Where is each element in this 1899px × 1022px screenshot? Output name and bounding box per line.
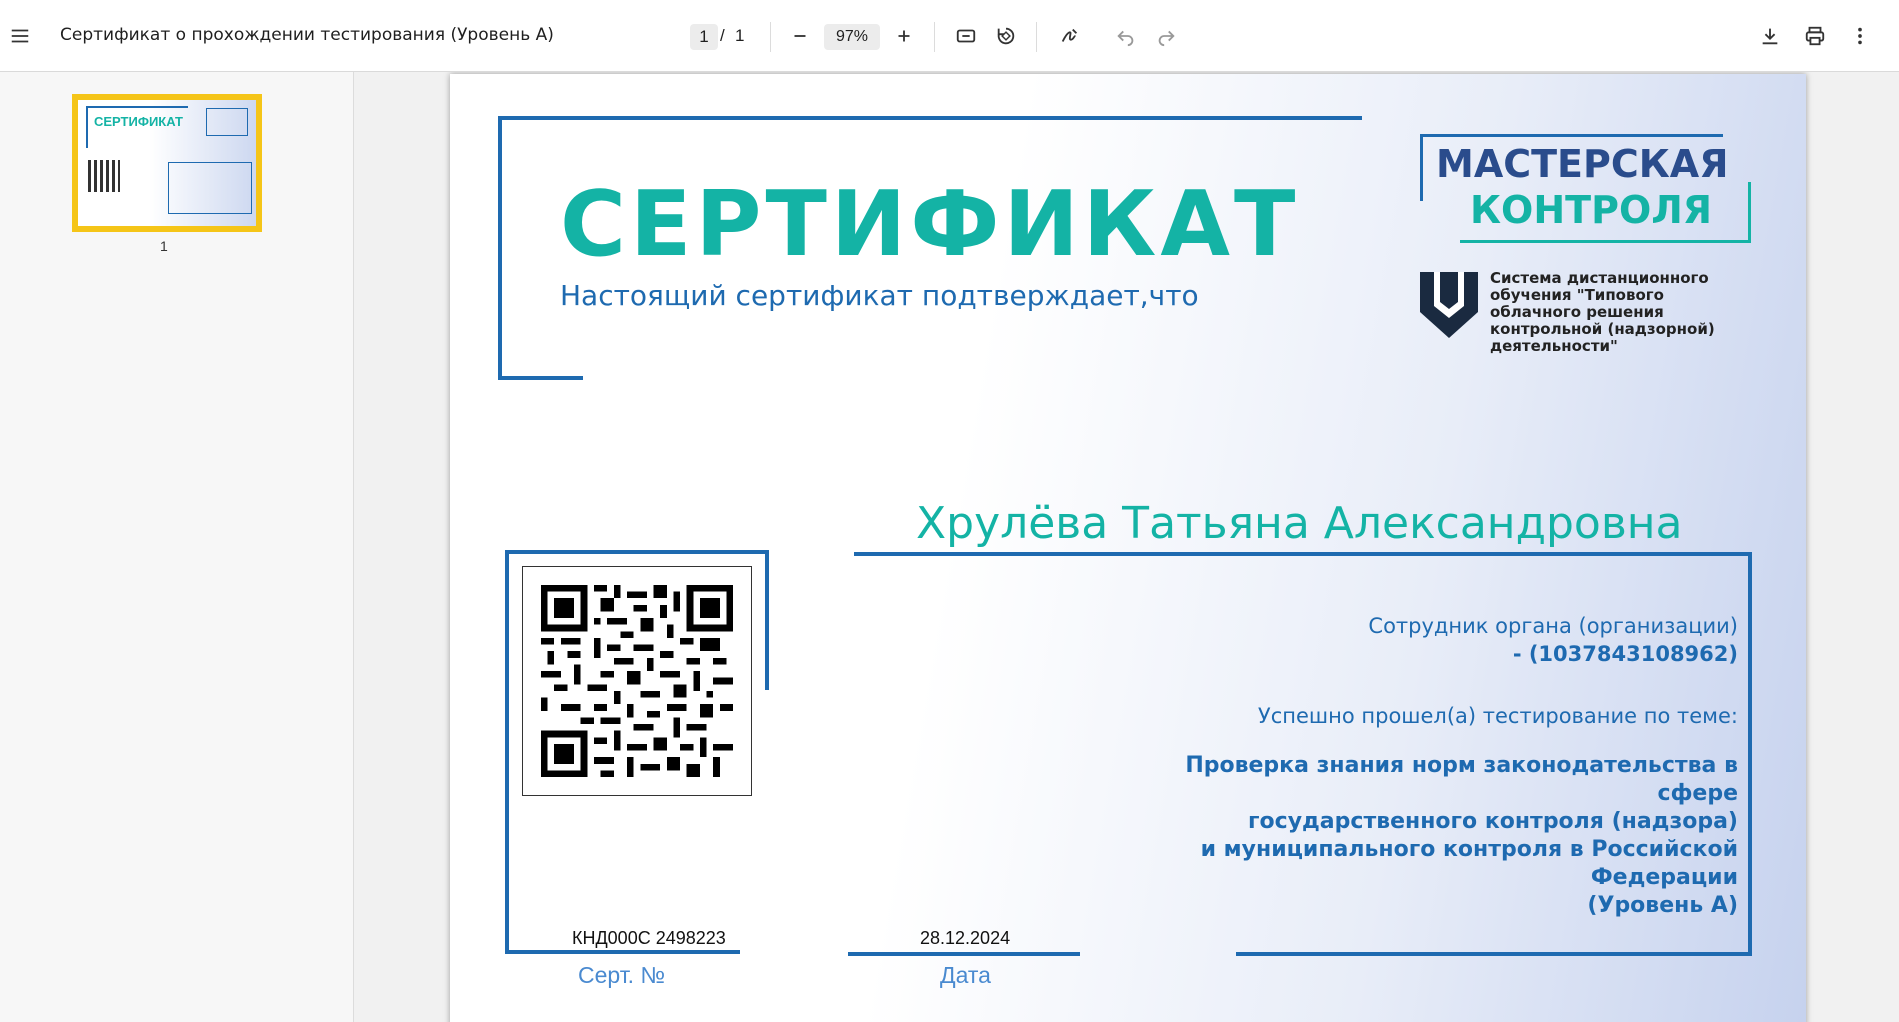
frame-line bbox=[505, 550, 769, 554]
document-viewer[interactable]: СЕРТИФИКАТ Настоящий сертификат подтверж… bbox=[354, 72, 1899, 1022]
thumbnail-sidebar: СЕРТИФИКАТ 1 bbox=[0, 72, 354, 1022]
system-description: Система дистанционного обучения "Типовог… bbox=[1490, 269, 1715, 355]
thumbnail-page-number: 1 bbox=[160, 238, 168, 254]
more-options-icon[interactable] bbox=[1840, 16, 1880, 56]
topic-line: Проверка знания норм законодательства в … bbox=[1185, 753, 1738, 806]
certificate-holder-name: Хрулёва Татьяна Александровна bbox=[916, 498, 1683, 549]
pdf-toolbar: Сертификат о прохождении тестирования (У… bbox=[0, 0, 1899, 72]
certificate-number: КНД000С 2498223 bbox=[572, 928, 726, 948]
document-title: Сертификат о прохождении тестирования (У… bbox=[60, 25, 554, 45]
fit-page-icon[interactable] bbox=[946, 16, 986, 56]
thumbnail-title: СЕРТИФИКАТ bbox=[94, 114, 183, 129]
toolbar-divider bbox=[770, 22, 771, 52]
test-topic: Проверка знания норм законодательства в … bbox=[1098, 752, 1738, 920]
logo-text-line2: КОНТРОЛЯ bbox=[1470, 188, 1713, 232]
certificate-page: СЕРТИФИКАТ Настоящий сертификат подтверж… bbox=[450, 74, 1806, 1022]
rotate-icon[interactable] bbox=[986, 16, 1026, 56]
frame-line bbox=[1748, 552, 1752, 956]
print-icon[interactable] bbox=[1795, 16, 1835, 56]
zoom-level-input[interactable]: 97% bbox=[824, 24, 880, 50]
frame-line bbox=[498, 116, 1362, 120]
frame-line bbox=[848, 952, 1080, 956]
frame-line bbox=[498, 376, 583, 380]
hamburger-menu-icon[interactable] bbox=[0, 16, 40, 56]
topic-line: и муниципального контроля в Российской Ф… bbox=[1200, 837, 1738, 890]
frame-line bbox=[498, 116, 502, 380]
annotate-icon[interactable] bbox=[1050, 16, 1090, 56]
toolbar-divider bbox=[1036, 22, 1037, 52]
certificate-number-label: Серт. № bbox=[578, 962, 666, 988]
shield-logo-icon bbox=[1420, 272, 1478, 338]
zoom-out-icon[interactable] bbox=[780, 16, 820, 56]
holder-organization-id: - (1037843108962) bbox=[1512, 642, 1738, 666]
qr-code-icon bbox=[541, 585, 733, 777]
passed-statement: Успешно прошел(а) тестирование по теме: bbox=[1257, 704, 1738, 728]
redo-icon[interactable] bbox=[1146, 16, 1186, 56]
page-total: 1 bbox=[735, 26, 745, 45]
zoom-in-icon[interactable] bbox=[884, 16, 924, 56]
qr-code bbox=[522, 566, 752, 796]
frame-line bbox=[505, 550, 509, 952]
certificate-subtitle: Настоящий сертификат подтверждает,что bbox=[560, 279, 1199, 312]
undo-icon[interactable] bbox=[1106, 16, 1146, 56]
frame-line bbox=[854, 552, 1752, 556]
frame-line bbox=[1236, 952, 1752, 956]
certificate-title: СЕРТИФИКАТ bbox=[560, 172, 1300, 277]
frame-line bbox=[505, 950, 740, 954]
page-separator: / bbox=[720, 26, 725, 45]
logo-text-line1: МАСТЕРСКАЯ bbox=[1436, 142, 1729, 186]
certificate-date: 28.12.2024 bbox=[920, 928, 1011, 948]
page-number-input[interactable]: 1 bbox=[690, 24, 718, 50]
holder-role: Сотрудник органа (организации) bbox=[1368, 614, 1738, 638]
toolbar-divider bbox=[934, 22, 935, 52]
page-thumbnail[interactable]: СЕРТИФИКАТ bbox=[72, 94, 262, 232]
download-icon[interactable] bbox=[1750, 16, 1790, 56]
thumbnail-logo bbox=[206, 108, 248, 136]
topic-line: государственного контроля (надзора) bbox=[1248, 809, 1738, 834]
thumbnail-qr-icon bbox=[88, 160, 120, 192]
frame-line bbox=[765, 550, 769, 690]
topic-line: (Уровень А) bbox=[1587, 893, 1738, 918]
thumbnail-text-box bbox=[168, 162, 252, 214]
certificate-date-label: Дата bbox=[940, 962, 991, 988]
